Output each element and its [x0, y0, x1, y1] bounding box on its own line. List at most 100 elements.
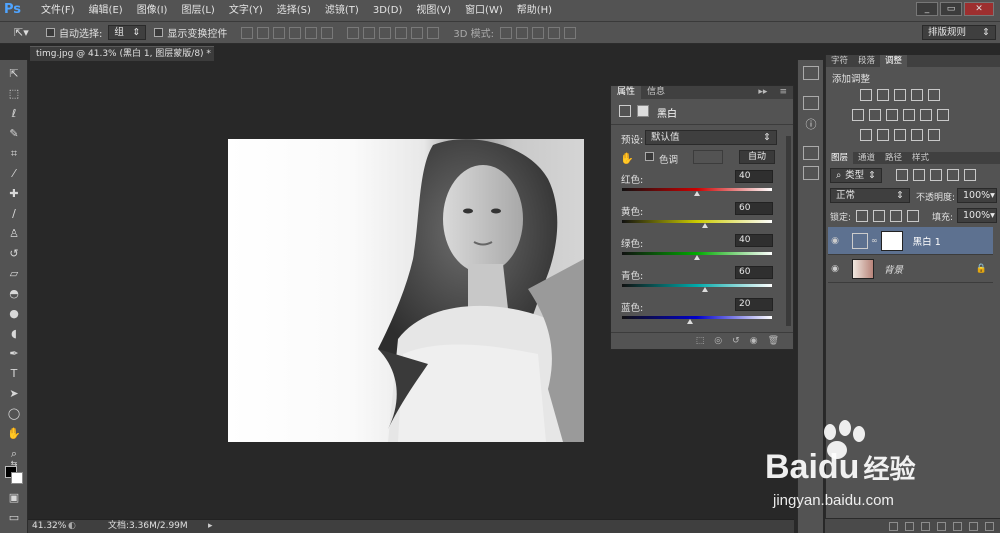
red-value-input[interactable]: 40 — [735, 170, 773, 183]
exposure-icon[interactable] — [911, 89, 923, 101]
show-transform-checkbox[interactable] — [154, 28, 164, 37]
auto-select-dropdown[interactable]: 组 ⇕ — [108, 25, 147, 40]
distribute-hcenter-icon[interactable] — [411, 26, 424, 39]
menu-view[interactable]: 视图(V) — [409, 0, 458, 22]
layer-row[interactable]: ◉ ∞ 黑白 1 — [828, 227, 993, 255]
move-tool-icon[interactable]: ⇱ — [5, 66, 23, 82]
3d-roll-icon[interactable] — [516, 26, 528, 39]
cyan-slider[interactable] — [622, 284, 772, 287]
panel-menu-icon[interactable]: ≡ — [773, 86, 793, 99]
tab-paths[interactable]: 路径 — [880, 152, 907, 164]
lock-position-icon[interactable] — [890, 210, 902, 222]
reset-icon[interactable]: ↺ — [732, 336, 740, 346]
distribute-vcenter-icon[interactable] — [363, 26, 376, 39]
filter-type-icon[interactable] — [930, 169, 942, 181]
lock-transparent-icon[interactable] — [856, 210, 868, 222]
eyedropper-tool-icon[interactable]: ⁄ — [5, 166, 23, 182]
clone-stamp-tool-icon[interactable]: ♙ — [5, 226, 23, 242]
filter-pixel-icon[interactable] — [896, 169, 908, 181]
channel-mixer-icon[interactable] — [920, 109, 932, 121]
quick-select-tool-icon[interactable]: ✎ — [5, 126, 23, 142]
menu-select[interactable]: 选择(S) — [270, 0, 318, 22]
menu-image[interactable]: 图像(I) — [130, 0, 175, 22]
align-vcenter-icon[interactable] — [257, 26, 270, 39]
healing-tool-icon[interactable]: ✚ — [5, 186, 23, 202]
tab-paragraph[interactable]: 段落 — [853, 55, 880, 67]
tab-adjustments[interactable]: 调整 — [880, 55, 908, 67]
delete-layer-icon[interactable] — [985, 521, 994, 531]
tab-character[interactable]: 字符 — [826, 55, 853, 67]
zoom-level[interactable]: 41.32% — [32, 520, 66, 533]
gradient-map-icon[interactable] — [911, 129, 923, 141]
levels-icon[interactable] — [877, 89, 889, 101]
filter-shape-icon[interactable] — [947, 169, 959, 181]
ellipse-tool-icon[interactable]: ◯ — [5, 406, 23, 422]
actions-panel-icon[interactable] — [803, 96, 819, 110]
layer-mask-thumbnail[interactable] — [880, 230, 903, 251]
close-button[interactable]: ✕ — [964, 2, 994, 16]
mask-icon[interactable] — [637, 105, 649, 117]
curves-icon[interactable] — [894, 89, 906, 101]
type-tool-icon[interactable]: T — [5, 366, 23, 382]
eye-icon[interactable]: ◉ — [828, 264, 842, 274]
invert-icon[interactable] — [860, 129, 872, 141]
pen-tool-icon[interactable]: ✒ — [5, 346, 23, 362]
new-group-icon[interactable] — [953, 521, 962, 531]
character-panel-icon[interactable] — [803, 146, 819, 160]
menu-3d[interactable]: 3D(D) — [366, 0, 410, 22]
blend-mode-dropdown[interactable]: 正常 ⇕ — [830, 188, 910, 203]
brush-tool-icon[interactable]: ∕ — [5, 206, 23, 222]
paragraph-panel-icon[interactable] — [803, 166, 819, 180]
cyan-slider-knob[interactable] — [701, 287, 708, 292]
color-lookup-icon[interactable] — [937, 109, 949, 121]
eraser-tool-icon[interactable]: ▱ — [5, 266, 23, 282]
menu-layer[interactable]: 图层(L) — [174, 0, 221, 22]
new-adjustment-icon[interactable] — [937, 521, 946, 531]
distribute-right-icon[interactable] — [427, 26, 440, 39]
blur-tool-icon[interactable]: ● — [5, 306, 23, 322]
layer-row[interactable]: ◉ 背景 🔒 — [828, 255, 993, 283]
red-slider-knob[interactable] — [694, 191, 700, 196]
minimize-button[interactable]: _ — [916, 2, 938, 16]
hue-saturation-icon[interactable] — [852, 109, 864, 121]
tint-color-swatch[interactable] — [693, 150, 723, 164]
black-white-icon[interactable] — [886, 109, 898, 121]
move-tool-preset-icon[interactable]: ⇱▾ — [14, 26, 38, 39]
tint-checkbox[interactable] — [645, 152, 654, 161]
path-select-tool-icon[interactable]: ➤ — [5, 386, 23, 402]
link-icon[interactable]: ∞ — [871, 236, 878, 245]
green-slider-knob[interactable] — [694, 255, 700, 260]
selective-color-icon[interactable] — [928, 129, 940, 141]
yellow-slider-knob[interactable] — [701, 223, 708, 228]
tab-styles[interactable]: 样式 — [907, 152, 934, 164]
quick-mask-icon[interactable]: ▣ — [5, 490, 23, 506]
lock-all-icon[interactable] — [907, 210, 919, 222]
tab-layers[interactable]: 图层 — [826, 152, 854, 164]
cyan-value-input[interactable]: 60 — [735, 266, 773, 279]
delete-icon[interactable]: 🗑 — [768, 336, 779, 346]
background-color-swatch[interactable] — [11, 472, 23, 484]
hand-tool-icon[interactable]: ✋ — [5, 426, 23, 442]
align-top-icon[interactable] — [241, 26, 254, 39]
distribute-left-icon[interactable] — [395, 26, 408, 39]
auto-select-checkbox[interactable] — [46, 28, 55, 37]
menu-file[interactable]: 文件(F) — [34, 0, 82, 22]
auto-button[interactable]: 自动 — [739, 150, 775, 164]
screen-mode-icon[interactable]: ▭ — [5, 510, 23, 526]
blue-slider-knob[interactable] — [686, 319, 693, 324]
distribute-bottom-icon[interactable] — [379, 26, 392, 39]
3d-slide-icon[interactable] — [548, 26, 560, 39]
align-right-icon[interactable] — [321, 26, 334, 39]
blue-slider[interactable] — [622, 316, 772, 319]
brightness-icon[interactable] — [860, 89, 872, 101]
menu-type[interactable]: 文字(Y) — [222, 0, 270, 22]
dodge-tool-icon[interactable]: ◖ — [5, 326, 23, 342]
document-image[interactable] — [228, 139, 584, 442]
eye-icon[interactable]: ◉ — [828, 236, 842, 246]
visibility-icon[interactable]: ◉ — [750, 336, 758, 346]
threshold-icon[interactable] — [894, 129, 906, 141]
crop-tool-icon[interactable]: ⌗ — [5, 146, 23, 162]
vibrance-icon[interactable] — [928, 89, 940, 101]
layer-filter-dropdown[interactable]: ⌕ 类型 ⇕ — [830, 168, 882, 183]
menu-edit[interactable]: 编辑(E) — [82, 0, 130, 22]
